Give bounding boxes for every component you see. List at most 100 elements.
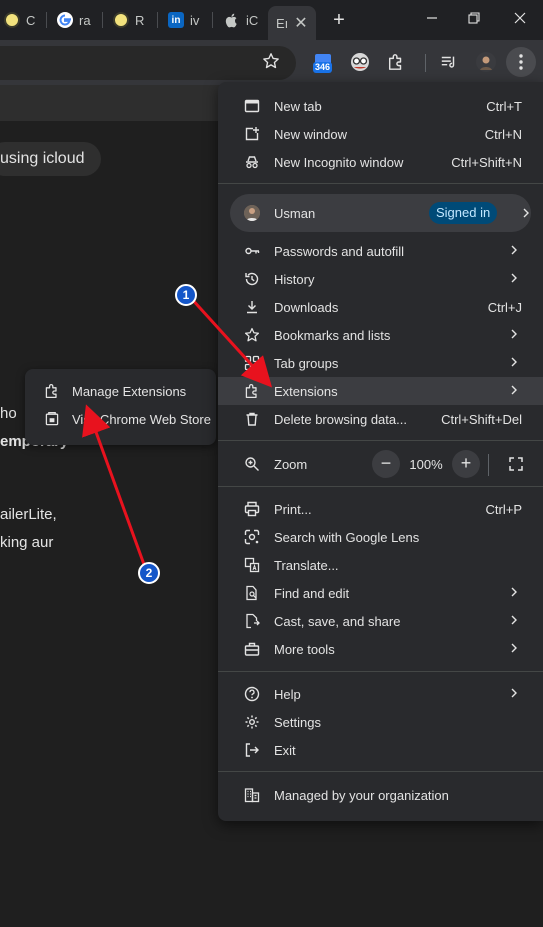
- menu-item-label: More tools: [274, 642, 335, 657]
- chrome-menu-button[interactable]: [506, 47, 536, 77]
- key-icon: [244, 243, 260, 259]
- browser-tab[interactable]: iC: [224, 7, 258, 33]
- menu-shortcut: Ctrl+N: [484, 127, 522, 142]
- glasses-extension-icon[interactable]: [348, 50, 372, 74]
- menu-item-tab-groups[interactable]: Tab groups: [218, 349, 543, 377]
- cast-icon: [244, 613, 260, 629]
- page-text-line: ailerLite,: [0, 506, 57, 523]
- incognito-icon: [244, 154, 260, 170]
- address-bar[interactable]: [0, 46, 296, 80]
- browser-tab[interactable]: in iv: [168, 7, 199, 33]
- menu-item-help[interactable]: Help: [218, 680, 543, 708]
- menu-item-new-window[interactable]: New window Ctrl+N: [218, 120, 543, 148]
- yellow-circle-icon: [4, 12, 20, 28]
- puzzle-icon: [44, 383, 60, 399]
- menu-item-exit[interactable]: Exit: [218, 736, 543, 764]
- menu-item-label: Managed by your organization: [274, 788, 449, 803]
- menu-item-settings[interactable]: Settings: [218, 708, 543, 736]
- chevron-right-icon: [509, 685, 519, 701]
- menu-shortcut: Ctrl+J: [487, 300, 522, 315]
- menu-item-label: New window: [274, 127, 347, 142]
- extension-icon[interactable]: 346: [311, 50, 335, 74]
- extensions-submenu: Manage Extensions Visit Chrome Web Store: [25, 369, 216, 445]
- menu-item-find-and-edit[interactable]: Find and edit: [218, 579, 543, 607]
- profile-avatar[interactable]: [474, 50, 498, 74]
- active-tab[interactable]: Eı ✕: [268, 6, 316, 40]
- tab-label: R: [135, 12, 145, 28]
- fullscreen-icon[interactable]: [508, 456, 524, 472]
- browser-tab[interactable]: R: [113, 7, 144, 33]
- step-marker-2: 2: [138, 562, 160, 584]
- menu-item-label: Search with Google Lens: [274, 530, 420, 545]
- chevron-right-icon: [509, 354, 519, 370]
- chevron-right-icon: [509, 326, 519, 342]
- translate-icon: [244, 557, 260, 573]
- menu-item-managed[interactable]: Managed by your organization: [218, 781, 543, 809]
- browser-tab[interactable]: ra: [57, 7, 91, 33]
- chevron-right-icon: [509, 612, 519, 628]
- new-window-icon: [244, 126, 260, 142]
- menu-item-label: Tab groups: [274, 356, 339, 371]
- menu-item-label: Find and edit: [274, 586, 350, 601]
- menu-item-history[interactable]: History: [218, 265, 543, 293]
- menu-item-google-lens[interactable]: Search with Google Lens: [218, 523, 543, 551]
- menu-item-print[interactable]: Print... Ctrl+P: [218, 495, 543, 523]
- menu-divider: [218, 486, 543, 487]
- tab-strip: C ra R in iv iC Eı ✕ +: [0, 0, 543, 40]
- chevron-right-icon: [509, 242, 519, 258]
- menu-divider: [218, 440, 543, 441]
- history-icon: [244, 271, 260, 287]
- tab-label: iv: [190, 12, 200, 28]
- menu-shortcut: Ctrl+P: [485, 502, 522, 517]
- close-window-button[interactable]: [508, 8, 532, 32]
- google-icon: [57, 12, 73, 28]
- zoom-in-button[interactable]: +: [452, 450, 480, 478]
- menu-item-delete-browsing-data[interactable]: Delete browsing data... Ctrl+Shift+Del: [218, 405, 543, 433]
- menu-item-passwords[interactable]: Passwords and autofill: [218, 237, 543, 265]
- chrome-web-store-item[interactable]: Visit Chrome Web Store: [25, 405, 216, 433]
- zoom-out-button[interactable]: −: [372, 450, 400, 478]
- new-tab-button[interactable]: +: [329, 8, 349, 32]
- menu-item-bookmarks[interactable]: Bookmarks and lists: [218, 321, 543, 349]
- menu-item-label: Settings: [274, 715, 321, 730]
- menu-item-label: New tab: [274, 99, 322, 114]
- zoom-value: 100%: [409, 457, 443, 472]
- menu-item-label: New Incognito window: [274, 155, 404, 170]
- toolbar-divider: [425, 54, 426, 72]
- menu-item-extensions[interactable]: Extensions: [218, 377, 543, 405]
- browser-tab[interactable]: C: [4, 7, 35, 33]
- menu-item-new-tab[interactable]: New tab Ctrl+T: [218, 92, 543, 120]
- zoom-divider: [488, 454, 489, 476]
- signed-in-badge: Signed in: [429, 202, 498, 224]
- close-tab-icon[interactable]: ✕: [294, 13, 307, 33]
- chevron-right-icon: [509, 584, 519, 600]
- menu-item-downloads[interactable]: Downloads Ctrl+J: [218, 293, 543, 321]
- store-icon: [44, 411, 60, 427]
- minimize-button[interactable]: [420, 8, 444, 32]
- page-text-line: king aur: [0, 534, 54, 551]
- media-queue-icon[interactable]: [437, 50, 461, 74]
- menu-item-label: Delete browsing data...: [274, 412, 407, 427]
- menu-shortcut: Ctrl+Shift+N: [451, 155, 522, 170]
- restore-button[interactable]: [462, 8, 486, 32]
- toolbox-icon: [244, 641, 260, 657]
- menu-item-more-tools[interactable]: More tools: [218, 635, 543, 663]
- menu-item-cast-save-share[interactable]: Cast, save, and share: [218, 607, 543, 635]
- menu-item-label: Cast, save, and share: [274, 614, 401, 629]
- tab-divider: [157, 12, 158, 28]
- menu-item-translate[interactable]: Translate...: [218, 551, 543, 579]
- menu-item-label: Downloads: [274, 300, 339, 315]
- tab-label: C: [26, 12, 36, 28]
- tab-label: ra: [79, 12, 91, 28]
- tab-groups-icon: [244, 355, 260, 371]
- profile-row[interactable]: Usman Signed in: [230, 194, 531, 232]
- menu-divider: [218, 671, 543, 672]
- bookmark-star-icon[interactable]: [262, 52, 284, 74]
- linkedin-icon: in: [168, 12, 184, 28]
- chevron-right-icon: [509, 382, 519, 398]
- extensions-puzzle-icon[interactable]: [384, 50, 408, 74]
- manage-extensions-item[interactable]: Manage Extensions: [25, 377, 216, 405]
- menu-item-new-incognito[interactable]: New Incognito window Ctrl+Shift+N: [218, 148, 543, 176]
- search-chip[interactable]: using icloud: [0, 142, 101, 176]
- menu-divider: [218, 771, 543, 772]
